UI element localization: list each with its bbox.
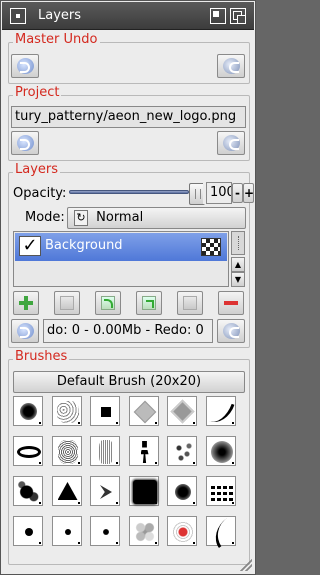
layer-name: Background: [45, 238, 123, 253]
layer-row[interactable]: ✓ Background: [15, 233, 227, 261]
mode-cycle-button[interactable]: ↻ Normal: [67, 207, 246, 229]
layer-thumbnail-icon: [201, 238, 221, 256]
opacity-decrease-button[interactable]: -: [232, 183, 243, 203]
undo-status: do: 0 - 0.00Mb - Redo: 0: [43, 319, 213, 343]
brush-scatter-dots[interactable]: [167, 436, 197, 466]
duplicate-layer-button[interactable]: [136, 291, 162, 315]
brush-stroke-curve[interactable]: [205, 396, 236, 428]
scrollbar-track[interactable]: [231, 231, 245, 255]
redo-icon: [223, 58, 240, 74]
depth-icon[interactable]: [230, 8, 246, 24]
brush-triangle[interactable]: [51, 476, 82, 506]
merge-icon: [101, 296, 115, 310]
brush-figure-small[interactable]: [128, 436, 159, 466]
title-bar: Layers: [2, 2, 254, 30]
duplicate-icon: [142, 296, 156, 310]
brush-diamond-gray-2[interactable]: [167, 396, 197, 426]
brush-round-soft-large-2[interactable]: [205, 436, 236, 466]
add-layer-button[interactable]: [13, 291, 39, 315]
mode-label: Mode:: [25, 210, 65, 225]
brush-name-button[interactable]: Default Brush (20x20): [13, 371, 245, 393]
visibility-checkbox[interactable]: ✓: [19, 236, 41, 256]
brush-round-soft-medium[interactable]: [167, 476, 197, 506]
brush-diamond-gray[interactable]: [128, 396, 159, 426]
project-redo-button[interactable]: [217, 131, 245, 155]
brush-ellipse-ring[interactable]: [13, 436, 43, 466]
layers-label: Layers: [13, 162, 61, 177]
layer-list[interactable]: ✓ Background: [13, 231, 229, 287]
iconify-icon[interactable]: [210, 8, 226, 24]
brush-stroke-curve-2[interactable]: [205, 516, 239, 549]
brush-round-soft-large[interactable]: [13, 396, 43, 426]
opacity-label: Opacity:: [13, 186, 67, 201]
undo-icon: [17, 323, 34, 339]
brush-grid: [13, 396, 245, 560]
layer-button-2[interactable]: [54, 291, 80, 315]
scroll-down-icon[interactable]: ▼: [231, 272, 245, 287]
layers-window: Layers Master Undo Project tury_patterny…: [0, 0, 256, 575]
brush-noise-cluster[interactable]: [51, 436, 82, 466]
close-icon[interactable]: [10, 8, 26, 24]
minus-icon: [224, 301, 238, 305]
master-undo-group: Master Undo: [8, 32, 250, 84]
project-group: Project: [8, 85, 250, 161]
brush-splatter[interactable]: [13, 476, 43, 506]
opacity-value-field[interactable]: 100: [206, 182, 232, 204]
brush-red-splat[interactable]: [167, 516, 197, 546]
brush-square-small[interactable]: [90, 396, 120, 426]
brush-chevron[interactable]: [90, 476, 120, 506]
undo-icon: [17, 135, 34, 151]
master-undo-label: Master Undo: [13, 32, 100, 47]
undo-icon: [17, 58, 34, 74]
mode-value: Normal: [96, 210, 144, 225]
window-title: Layers: [38, 8, 82, 23]
project-label: Project: [13, 85, 62, 100]
scroll-up-icon[interactable]: ▲: [231, 257, 245, 272]
layer-scrollbar[interactable]: ▲ ▼: [231, 231, 245, 287]
project-undo-button[interactable]: [11, 131, 39, 155]
brush-brick-pattern[interactable]: [205, 476, 236, 506]
project-filename[interactable]: tury_patterny/aeon_new_logo.png: [11, 106, 246, 128]
redo-icon: [223, 323, 240, 339]
brush-square-rough[interactable]: [128, 476, 159, 506]
brush-dot-small-3[interactable]: [90, 516, 120, 546]
layer-undo-button[interactable]: [11, 319, 39, 343]
plus-icon: [19, 296, 33, 310]
brush-noise-tall[interactable]: [90, 436, 120, 466]
cycle-icon: ↻: [74, 209, 88, 226]
master-undo-button[interactable]: [11, 54, 39, 78]
master-redo-button[interactable]: [217, 54, 245, 78]
brush-dot-small-2[interactable]: [51, 516, 82, 546]
opacity-increase-button[interactable]: +: [243, 183, 254, 203]
opacity-slider[interactable]: [69, 190, 189, 194]
merge-layer-button[interactable]: [95, 291, 121, 315]
brush-speckle-noise[interactable]: [51, 396, 82, 426]
delete-layer-button[interactable]: [218, 291, 244, 315]
layer-redo-button[interactable]: [217, 319, 245, 343]
brush-dot-small[interactable]: [13, 516, 43, 546]
layer-button-5[interactable]: [177, 291, 203, 315]
redo-icon: [223, 135, 240, 151]
resize-handle-icon[interactable]: [240, 559, 252, 571]
brushes-label: Brushes: [13, 349, 70, 364]
brush-cloud-blob[interactable]: [128, 516, 159, 546]
